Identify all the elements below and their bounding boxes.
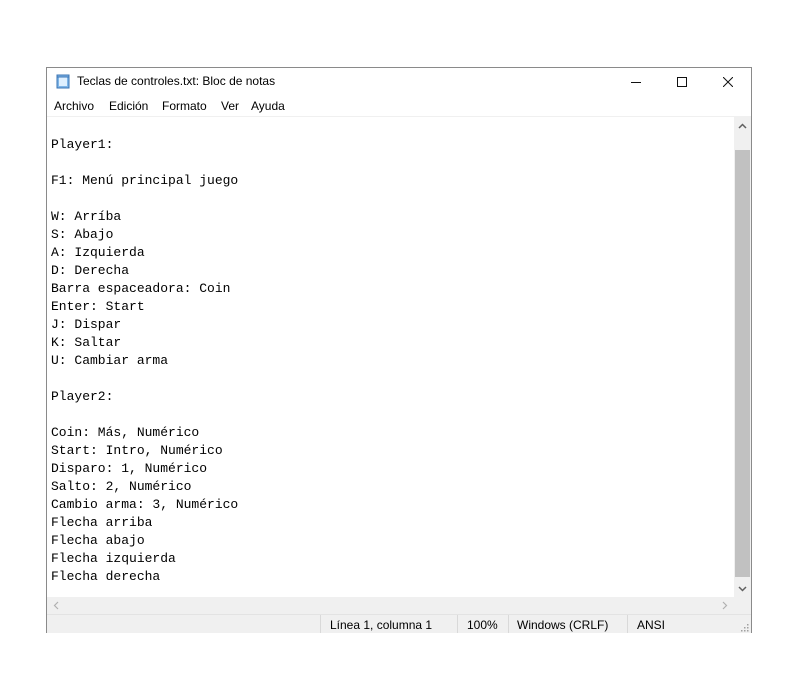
status-zoom: 100% <box>467 618 498 632</box>
notepad-icon <box>56 74 70 89</box>
text-editor[interactable]: Player1: F1: Menú principal juego W: Arr… <box>47 117 734 597</box>
vertical-scroll-thumb[interactable] <box>735 150 750 577</box>
horizontal-scrollbar[interactable] <box>47 597 734 614</box>
scrollbar-corner <box>734 597 751 614</box>
chevron-right-icon <box>722 601 728 610</box>
minimize-icon <box>631 82 641 83</box>
menu-bar: Archivo Edición Formato Ver Ayuda <box>47 96 751 117</box>
scroll-left-button[interactable] <box>49 597 63 614</box>
scroll-down-button[interactable] <box>734 580 751 597</box>
maximize-button[interactable] <box>659 68 705 96</box>
status-cursor-position: Línea 1, columna 1 <box>330 618 433 632</box>
menu-ver[interactable]: Ver <box>221 99 239 113</box>
window-title: Teclas de controles.txt: Bloc de notas <box>77 74 276 88</box>
chevron-left-icon <box>53 601 59 610</box>
status-bar: Línea 1, columna 1 100% Windows (CRLF) A… <box>47 614 751 633</box>
title-bar[interactable]: Teclas de controles.txt: Bloc de notas <box>47 68 751 96</box>
scroll-right-button[interactable] <box>718 597 732 614</box>
menu-archivo[interactable]: Archivo <box>54 99 94 113</box>
close-icon <box>723 77 733 87</box>
maximize-icon <box>677 77 687 87</box>
status-line-ending: Windows (CRLF) <box>517 618 609 632</box>
editor-content[interactable]: Player1: F1: Menú principal juego W: Arr… <box>51 136 238 586</box>
vertical-scrollbar[interactable] <box>734 117 751 597</box>
status-divider <box>457 615 458 633</box>
status-divider <box>627 615 628 633</box>
close-button[interactable] <box>705 68 751 96</box>
status-encoding: ANSI <box>637 618 666 632</box>
status-divider <box>508 615 509 633</box>
resize-grip-icon[interactable] <box>739 622 749 632</box>
scroll-up-button[interactable] <box>734 117 751 134</box>
menu-edicion[interactable]: Edición <box>109 99 148 113</box>
minimize-button[interactable] <box>613 68 659 96</box>
menu-ayuda[interactable]: Ayuda <box>251 99 285 113</box>
menu-formato[interactable]: Formato <box>162 99 207 113</box>
status-divider <box>320 615 321 633</box>
chevron-up-icon <box>738 122 747 129</box>
notepad-window: Teclas de controles.txt: Bloc de notas A… <box>46 67 752 633</box>
chevron-down-icon <box>738 585 747 592</box>
